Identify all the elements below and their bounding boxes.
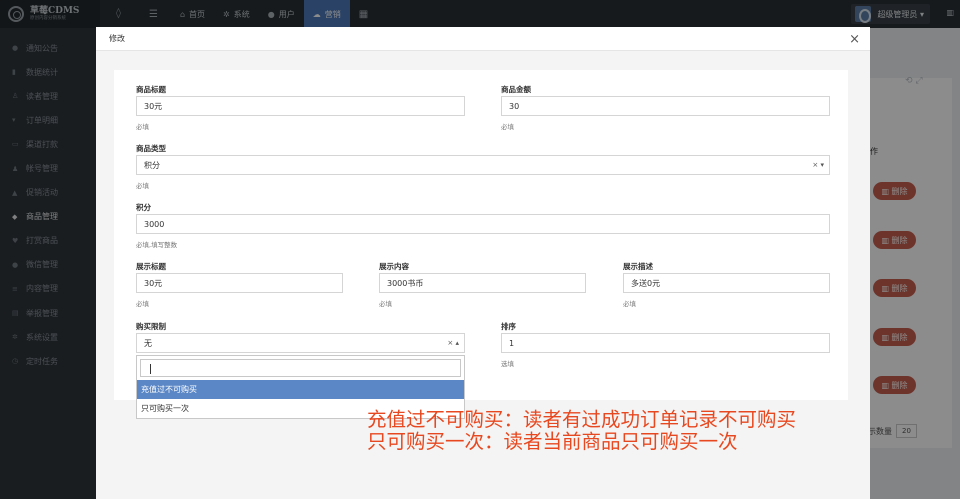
dropdown-search-input[interactable]: [140, 359, 461, 377]
amount-input[interactable]: 30: [501, 96, 830, 116]
annotation-text: 充值过不可购买：读者有过成功订单记录不可购买 只可购买一次：读者当前商品只可购买…: [367, 408, 797, 453]
modal-title: 修改: [109, 34, 125, 43]
type-select[interactable]: 积分 × ▾: [136, 155, 830, 175]
field-display-title: 展示标题 30元 必填: [136, 261, 343, 308]
field-title: 商品标题 30元 必填: [136, 84, 465, 131]
title-input[interactable]: 30元: [136, 96, 465, 116]
dropdown-option[interactable]: 充值过不可购买: [137, 380, 464, 399]
chevron-up-icon[interactable]: × ▴: [447, 339, 459, 347]
chevron-down-icon[interactable]: × ▾: [812, 161, 824, 169]
field-display-desc: 展示描述 多送0元 必填: [623, 261, 830, 308]
display-content-input[interactable]: 3000书币: [379, 273, 586, 293]
sort-input[interactable]: 1: [501, 333, 830, 353]
points-input[interactable]: 3000: [136, 214, 830, 234]
field-sort: 排序 1 选填: [501, 321, 830, 368]
field-display-content: 展示内容 3000书币 必填: [379, 261, 586, 308]
field-type: 商品类型 积分 × ▾ 必填: [136, 143, 830, 190]
purchase-limit-select[interactable]: 无 × ▴: [136, 333, 465, 353]
field-purchase-limit: 购买限制 无 × ▴: [136, 321, 465, 353]
display-title-input[interactable]: 30元: [136, 273, 343, 293]
display-desc-input[interactable]: 多送0元: [623, 273, 830, 293]
field-amount: 商品金额 30 必填: [501, 84, 830, 131]
modal-form: 商品标题 30元 必填 商品金额 30 必填 商品类型 积分 × ▾ 必填 积分…: [114, 70, 848, 400]
field-points: 积分 3000 必填,填写整数: [136, 202, 830, 249]
close-icon[interactable]: ×: [849, 32, 860, 47]
modal-header: 修改: [96, 27, 870, 51]
